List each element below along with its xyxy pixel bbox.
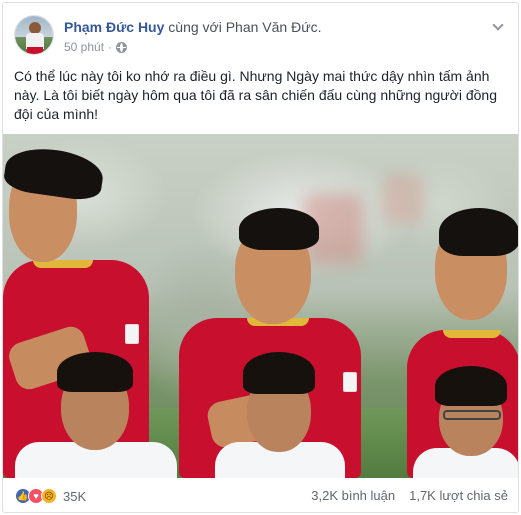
comments-count-link[interactable]: 3,2K bình luận [311,488,395,503]
tagged-user-link[interactable]: Phan Văn Đức [226,19,318,35]
post-header: Phạm Đức Huy cùng với Phan Văn Đức. 50 p… [14,15,478,59]
author-name-link[interactable]: Phạm Đức Huy [64,19,164,35]
post-photo[interactable] [3,134,518,478]
post-meta: 50 phút · [64,40,128,54]
sad-icon: ☹ [41,488,57,504]
shares-count-link[interactable]: 1,7K lượt chia sẻ [409,488,508,503]
reaction-count: 35K [63,488,87,504]
post-text: Có thể lúc này tôi ko nhớ ra điều gì. Nh… [14,68,497,122]
chevron-down-icon [492,19,504,31]
tagged-suffix: . [317,19,322,35]
post-menu-button[interactable] [490,19,506,35]
child-right [413,362,518,478]
child-center [215,348,345,478]
post-authors: Phạm Đức Huy cùng với Phan Văn Đức. [64,19,321,35]
post-footer: 👍 ♥ ☹ 35K 3,2K bình luận 1,7K lượt chia … [3,478,518,512]
facebook-post: Phạm Đức Huy cùng với Phan Văn Đức. 50 p… [2,2,519,513]
child-left [15,344,177,478]
reactions-summary[interactable]: 👍 ♥ ☹ 35K [15,488,86,504]
globe-icon[interactable] [116,41,128,53]
author-avatar[interactable] [14,15,54,55]
with-text: cùng với [168,19,222,35]
timestamp-link[interactable]: 50 phút [64,40,104,54]
meta-separator: · [108,40,113,54]
post-stats: 3,2K bình luận 1,7K lượt chia sẻ [311,488,508,503]
